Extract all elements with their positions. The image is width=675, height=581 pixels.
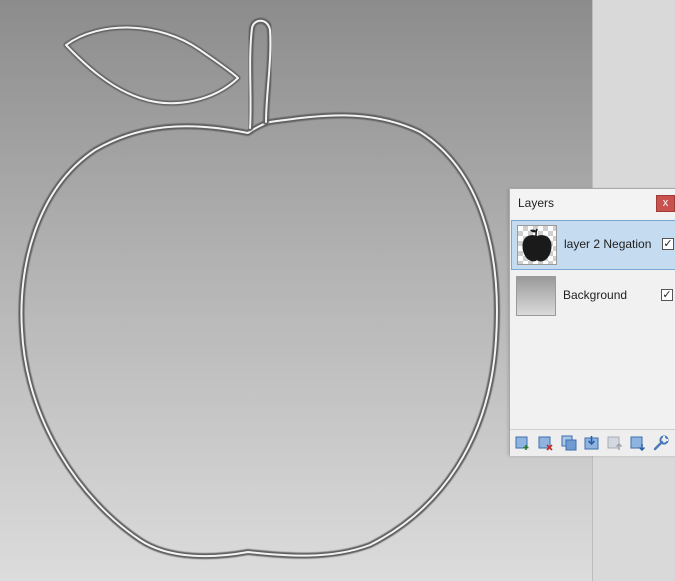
layer-thumbnail xyxy=(517,225,557,265)
apple-leaf-outline xyxy=(63,25,241,106)
layer-name: layer 2 Negation xyxy=(564,237,652,251)
layer-row-layer-2[interactable]: layer 2 Negation ✓ xyxy=(511,220,675,270)
gradient-thumbnail xyxy=(516,276,556,316)
duplicate-layer-icon[interactable] xyxy=(561,435,577,451)
merge-layer-down-icon[interactable] xyxy=(584,435,600,451)
layer-name: Background xyxy=(563,288,628,302)
add-layer-icon[interactable] xyxy=(515,435,531,451)
apple-body-outline xyxy=(18,112,500,560)
delete-layer-icon[interactable] xyxy=(538,435,554,451)
image-canvas[interactable] xyxy=(0,0,592,581)
layer-visibility-checkbox[interactable]: ✓ xyxy=(661,289,673,301)
layer-visibility-checkbox[interactable]: ✓ xyxy=(662,238,674,250)
apple-stem-outline xyxy=(247,17,274,131)
layers-toolbar xyxy=(510,429,675,456)
checkmark-icon: ✓ xyxy=(662,289,672,301)
layers-title-bar[interactable]: Layers x xyxy=(510,189,675,218)
apple-outline-artwork xyxy=(18,17,500,560)
layers-panel-title: Layers xyxy=(518,196,555,210)
layers-panel[interactable]: Layers x layer 2 Negation ✓ Background ✓ xyxy=(509,188,675,456)
close-icon: x xyxy=(662,197,669,209)
apple-silhouette-icon xyxy=(522,228,552,262)
checkmark-icon: ✓ xyxy=(663,238,673,250)
move-layer-up-icon[interactable] xyxy=(607,435,623,451)
layer-properties-icon[interactable] xyxy=(653,435,669,451)
close-panel-button[interactable]: x xyxy=(656,195,675,212)
layer-row-background[interactable]: Background ✓ xyxy=(511,272,675,322)
move-layer-down-icon[interactable] xyxy=(630,435,646,451)
